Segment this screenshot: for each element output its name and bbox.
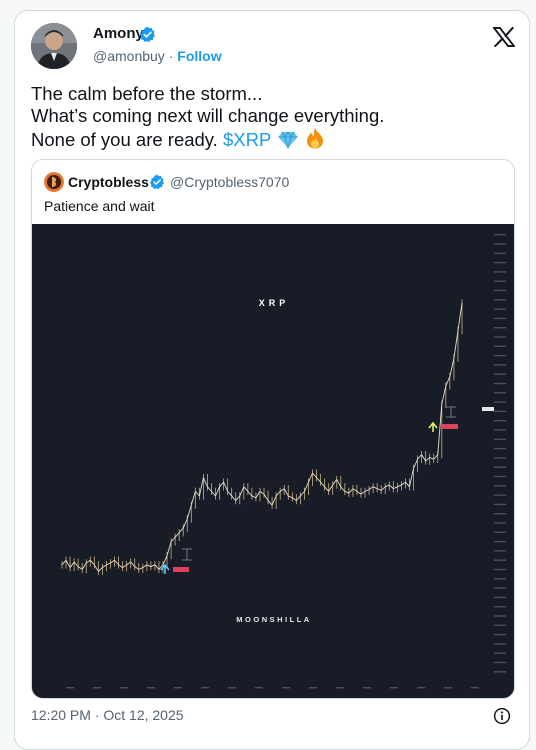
axis-tick [390,687,398,689]
high-price-label [442,424,458,429]
axis-tick [66,687,74,689]
axis-tick [494,540,506,543]
quote-text: Patience and wait [44,198,155,214]
author-avatar[interactable] [31,23,77,69]
axis-tick [494,457,506,459]
tweet-line-2: What’s coming next will change everythin… [31,105,385,126]
quote-verified-badge-icon [149,174,165,190]
axis-tick [494,234,506,236]
axis-tick [494,633,506,636]
axis-tick [444,687,452,689]
axis-tick [494,438,506,440]
current-price-tag [482,407,494,411]
axis-tick [494,299,506,301]
axis-tick [494,252,506,254]
low-price-label [173,567,189,572]
axis-tick [494,596,506,599]
axis-tick [494,336,506,338]
chart-background [32,224,514,698]
verified-badge-icon [139,26,156,43]
axis-tick [494,280,506,282]
axis-tick [494,615,506,617]
chart-title: XRP [259,298,290,308]
axis-tick [494,587,506,589]
price-chart-image[interactable]: XRP MOONSHILLA [32,224,514,698]
axis-tick [494,261,506,264]
axis-tick [494,550,506,552]
axis-tick [494,354,506,357]
axis-tick [282,687,290,689]
cashtag-link[interactable]: $XRP [223,129,271,150]
axis-tick [494,401,506,403]
axis-tick [494,475,506,478]
axis-tick [255,687,263,689]
author-handle-row: @amonbuy · Follow [93,48,222,64]
axis-tick [494,671,506,673]
axis-tick [494,382,506,385]
quote-author-handle[interactable]: @Cryptobless7070 [170,174,289,190]
axis-tick [228,687,236,689]
axis-tick [174,687,182,689]
axis-tick [494,503,506,506]
axis-tick [494,606,506,608]
axis-tick [494,652,506,654]
tweet-line-3-text: None of you are ready. [31,129,218,150]
quote-author-name[interactable]: Cryptobless [68,174,149,190]
axis-tick [494,522,506,524]
axis-tick [494,578,506,580]
axis-tick [494,531,506,533]
handle-separator: · [168,48,174,64]
tweet-line-1: The calm before the storm... [31,83,263,104]
axis-tick [336,687,344,689]
axis-tick [494,392,506,394]
axis-tick [93,687,101,689]
axis-tick [494,345,506,347]
axis-tick [494,317,506,320]
axis-tick [494,568,506,571]
axis-tick [494,373,506,375]
quote-author-avatar[interactable] [44,172,64,192]
gem-emoji-icon [278,131,298,149]
axis-tick [494,447,506,450]
axis-tick [494,243,506,245]
axis-tick [494,624,506,626]
axis-tick [494,289,506,292]
axis-tick [494,513,506,515]
follow-button[interactable]: Follow [177,48,221,64]
axis-tick [309,687,317,689]
axis-tick [494,410,506,413]
axis-tick [494,661,506,664]
tweet-text: The calm before the storm... What’s comi… [31,83,501,151]
tweet-card: Amonyx @amonbuy · Follow The calm before… [14,10,530,750]
axis-tick [201,687,209,689]
price-chart: XRP MOONSHILLA [32,224,514,698]
axis-tick [494,466,506,468]
axis-tick [417,687,425,689]
axis-tick [494,364,506,366]
axis-tick [494,429,506,431]
x-logo-icon[interactable] [493,27,515,47]
axis-tick [494,420,506,422]
axis-tick [494,327,506,329]
axis-tick [363,687,371,689]
axis-tick [147,687,155,689]
axis-tick [494,559,506,561]
quoted-tweet[interactable]: Cryptobless @Cryptobless7070 Patience an… [31,159,515,699]
chart-watermark: MOONSHILLA [236,615,311,624]
axis-tick [494,643,506,645]
axis-tick [494,494,506,496]
info-icon[interactable] [493,707,511,725]
axis-tick [494,485,506,487]
fire-emoji-icon [307,128,324,149]
author-handle[interactable]: @amonbuy [93,48,165,64]
axis-tick [471,687,479,689]
tweet-timestamp[interactable]: 12:20 PM · Oct 12, 2025 [31,707,184,723]
tweet-line-3: None of you are ready. $XRP [31,127,501,151]
axis-tick [120,687,128,689]
axis-tick [494,308,506,310]
axis-tick [494,271,506,273]
